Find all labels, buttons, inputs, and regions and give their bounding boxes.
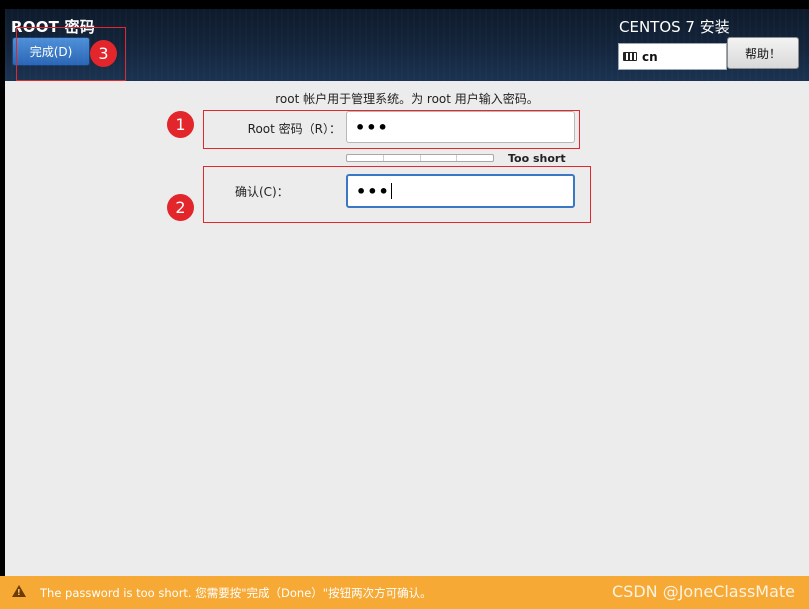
help-button[interactable]: 帮助！	[727, 37, 799, 69]
keyboard-icon	[623, 52, 637, 61]
status-message[interactable]: The password is too short. 您需要按"完成（Done）…	[40, 585, 432, 601]
keyboard-layout-label: cn	[642, 49, 658, 64]
annotation-box-root-password	[203, 110, 580, 149]
annotation-badge-3: 3	[90, 40, 117, 67]
keyboard-layout-indicator[interactable]: cn	[618, 43, 727, 70]
strength-segment	[347, 155, 384, 161]
main-content: root 帐户用于管理系统。为 root 用户输入密码。 Root 密码（R）：…	[5, 81, 809, 576]
password-strength-label: Too short	[508, 152, 566, 165]
strength-segment	[384, 155, 421, 161]
strength-segment	[457, 155, 493, 161]
warning-exclamation: !	[17, 588, 21, 597]
watermark: CSDN @JoneClassMate	[611, 582, 795, 601]
annotation-box-confirm-password	[203, 166, 591, 223]
password-strength-meter	[346, 154, 494, 162]
installer-window: ROOT 密码 完成(D) CENTOS 7 安装 cn 帮助！ 3 root …	[0, 0, 809, 609]
instruction-text: root 帐户用于管理系统。为 root 用户输入密码。	[275, 92, 539, 106]
product-title: CENTOS 7 安装	[619, 18, 730, 36]
annotation-badge-1: 1	[167, 111, 194, 138]
status-bar: ! The password is too short. 您需要按"完成（Don…	[0, 576, 809, 609]
strength-segment	[421, 155, 458, 161]
annotation-badge-2: 2	[167, 194, 194, 221]
